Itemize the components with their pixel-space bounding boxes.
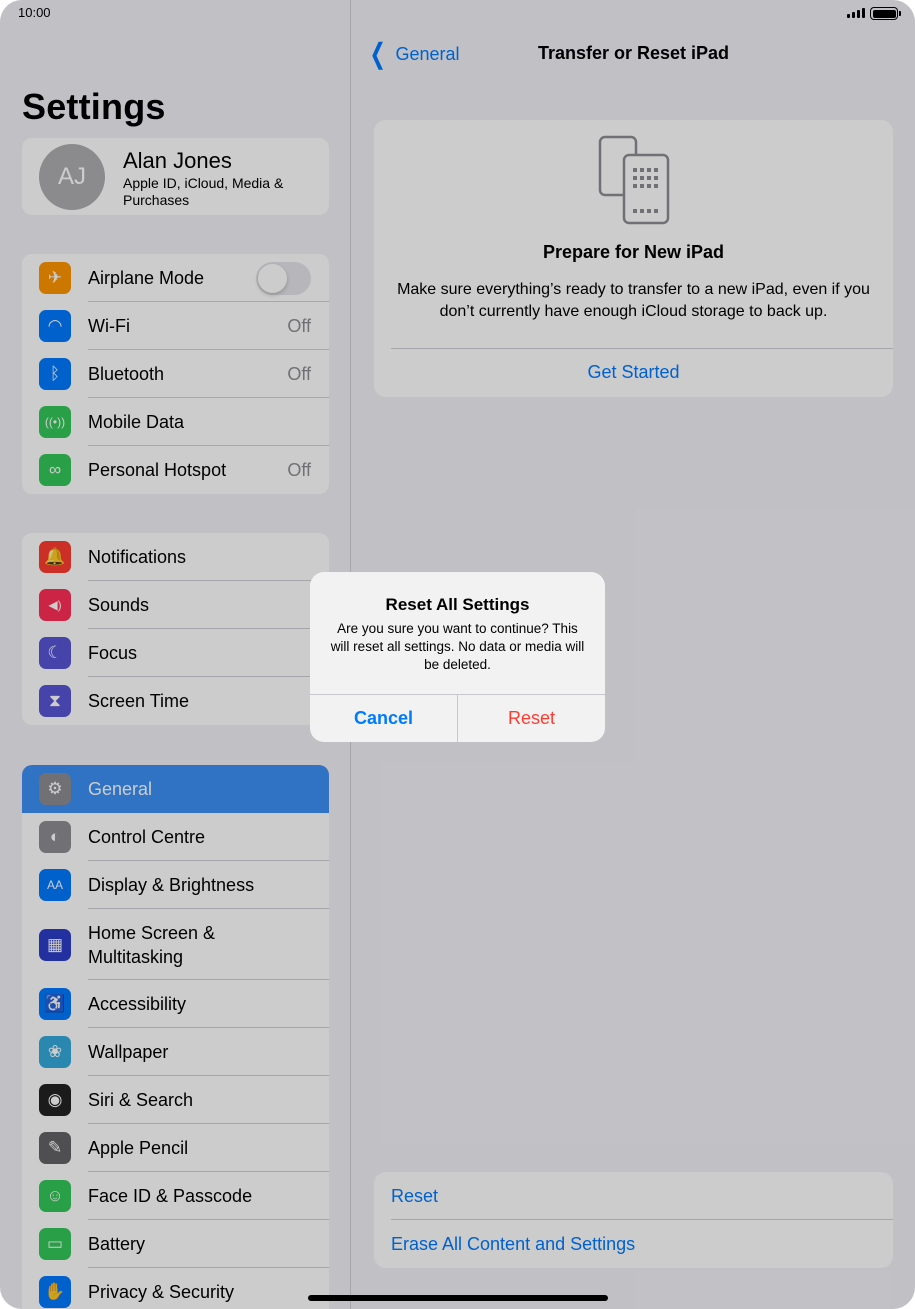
battery-status-icon (870, 7, 901, 20)
status-time: 10:00 (18, 5, 51, 20)
ipad-screen: 10:00 Settings AJ Alan Jones Apple ID, i… (0, 0, 915, 1309)
alert-message: Are you sure you want to continue? This … (330, 621, 585, 672)
alert-title: Reset All Settings (385, 595, 530, 614)
confirm-reset-button[interactable]: Reset (458, 694, 605, 742)
cancel-button[interactable]: Cancel (310, 694, 457, 742)
signal-icon (847, 8, 867, 18)
reset-alert-dialog: Reset All Settings Are you sure you want… (310, 572, 605, 742)
status-bar: 10:00 (0, 0, 915, 28)
home-indicator[interactable] (308, 1295, 608, 1301)
